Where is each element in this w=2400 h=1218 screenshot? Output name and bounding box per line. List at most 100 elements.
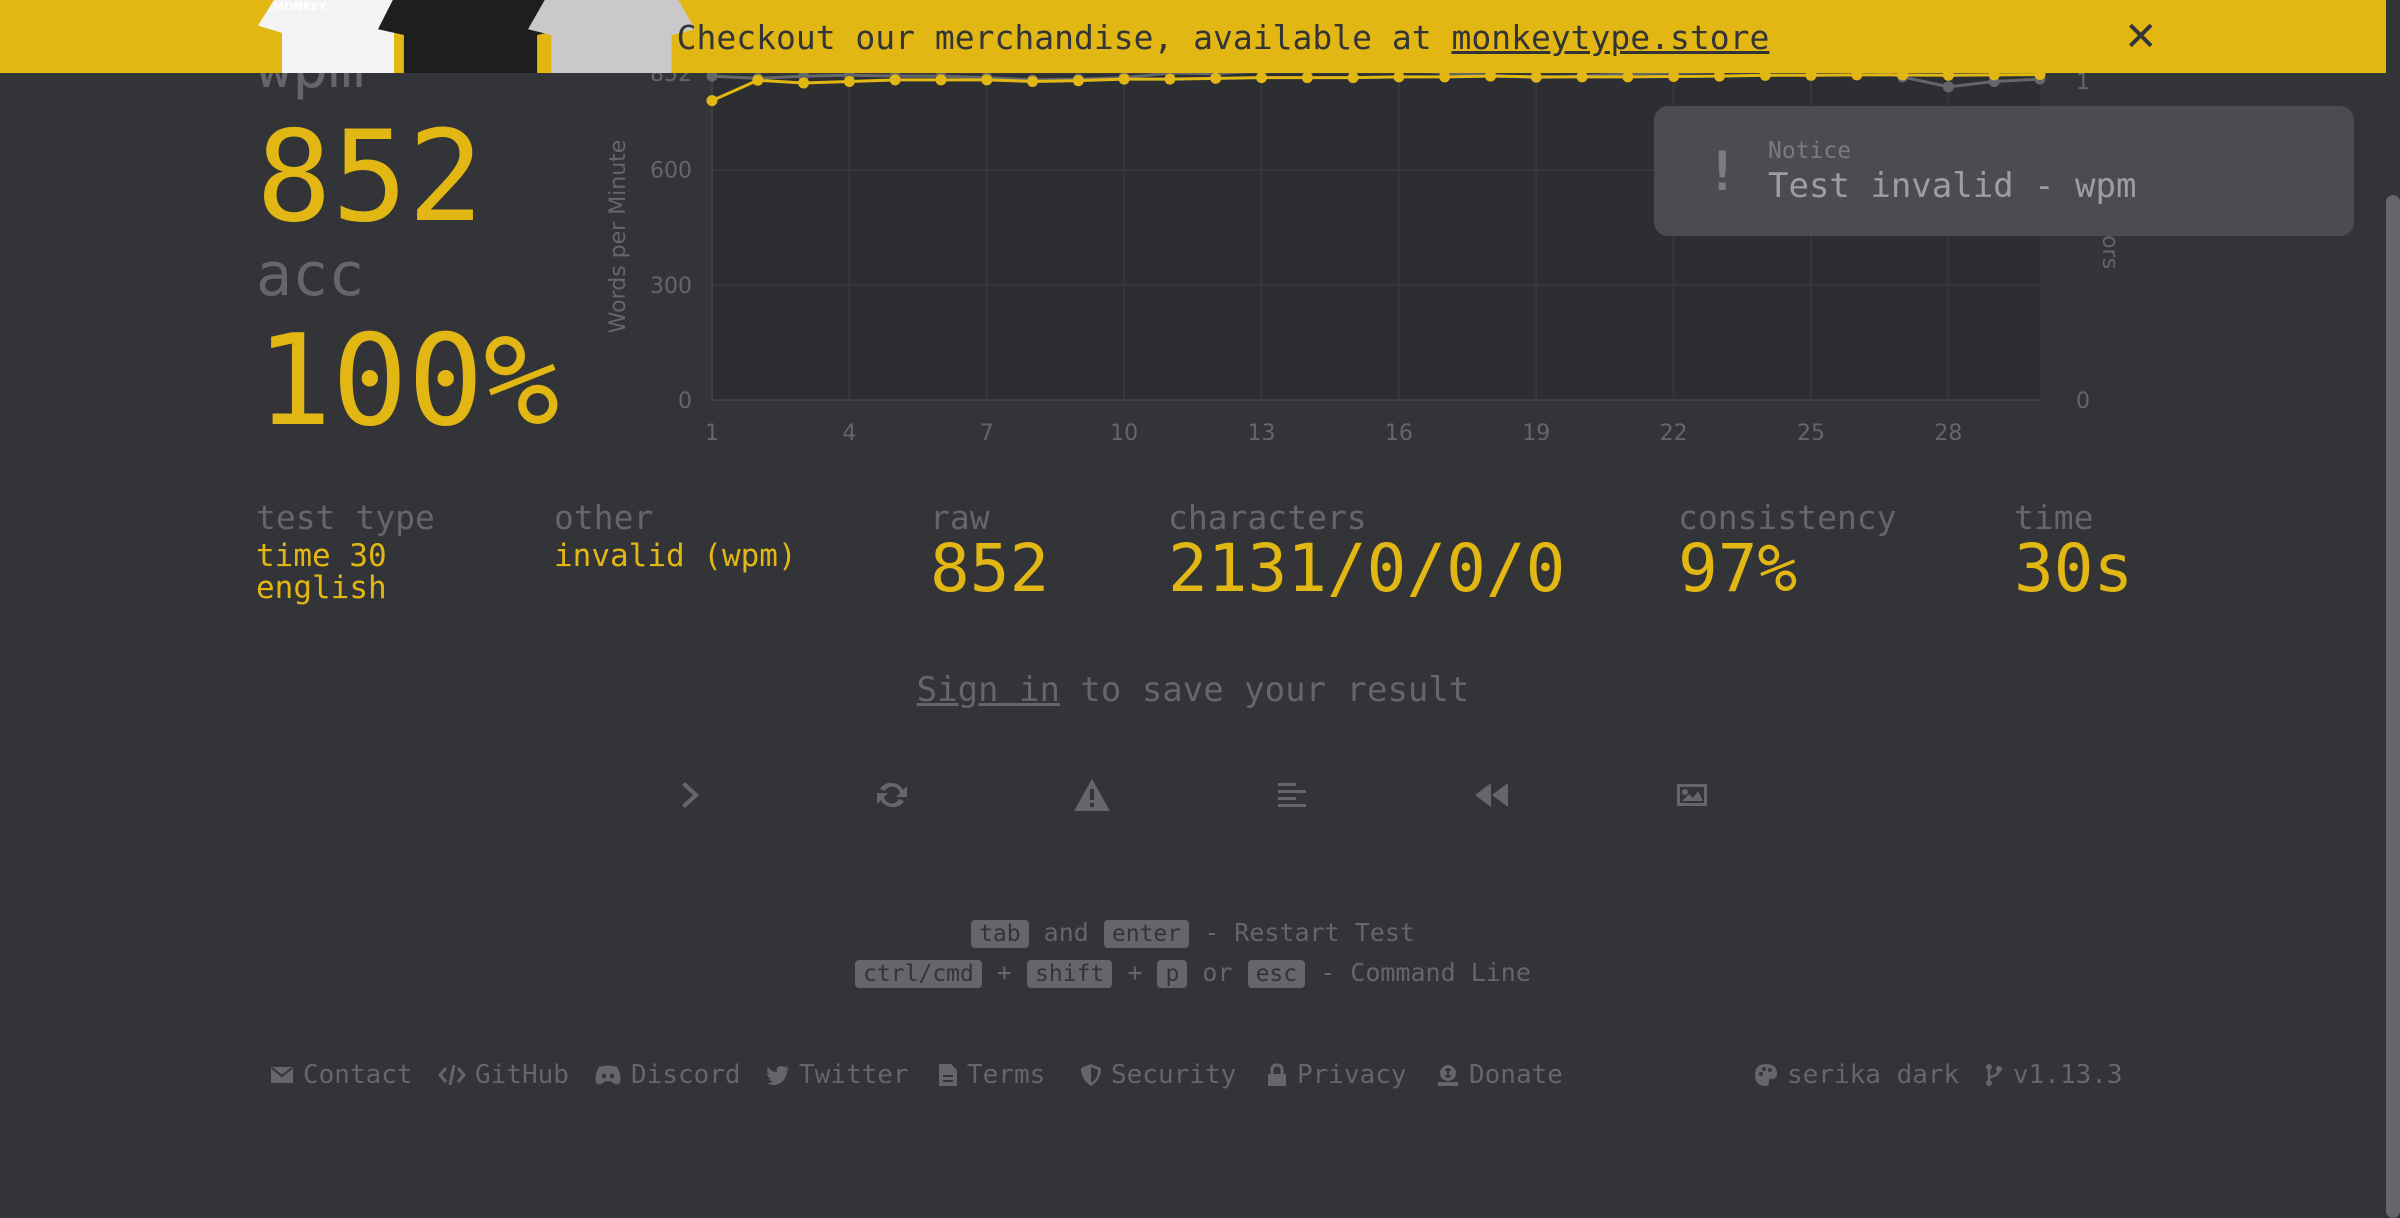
test-type-mode: time 30 [256,538,387,574]
words-history-button[interactable] [1262,770,1322,820]
footer-donate-link[interactable]: Donate [1436,1060,1563,1090]
merch-banner: MONKEY Checkout our merchandise, availab… [0,0,2386,73]
footer-twitter-link[interactable]: Twitter [766,1060,909,1090]
chart-point-wpm [843,75,855,87]
security-label: Security [1111,1060,1237,1090]
code-icon [438,1064,466,1086]
chart-point-wpm [1072,75,1084,87]
store-link[interactable]: monkeytype.store [1451,18,1769,57]
chart-point-wpm [1256,72,1268,84]
chart-point-wpm [935,74,947,86]
enter-key: enter [1103,920,1190,948]
chart-point-wpm [706,95,718,107]
chart-x-tick-label: 25 [1797,421,1825,446]
footer-discord-link[interactable]: Discord [594,1060,741,1090]
github-label: GitHub [475,1060,569,1090]
command-line-hint: ctrl/cmd + shift + p or esc - Command Li… [0,958,2386,988]
code-branch-icon [1986,1064,2002,1086]
signin-prompt: Sign in to save your result [0,670,2386,710]
acc-label: acc [256,240,365,310]
chart-point-wpm [1301,72,1313,84]
chart-x-tick-label: 28 [1934,421,1962,446]
terms-label: Terms [967,1060,1046,1090]
test-type-label: test type [256,498,435,537]
page-scrollbar[interactable] [2386,195,2400,1218]
donate-icon [1438,1065,1458,1086]
chart-y-tick-label: 0 [678,389,692,414]
hint-plus: + [1127,958,1143,987]
chart-x-tick-label: 10 [1110,421,1138,446]
chart-point-wpm [1347,72,1359,84]
version-label: v1.13.3 [2013,1060,2123,1090]
chart-point-wpm [1118,73,1130,85]
chart-point-wpm [798,77,810,89]
next-test-button[interactable] [662,770,722,820]
chart-x-tick-label: 22 [1660,421,1688,446]
other-label: other [554,498,654,537]
twitter-label: Twitter [799,1060,909,1090]
footer-contact-link[interactable]: Contact [270,1060,413,1090]
chart-point-wpm [981,74,993,86]
chart-x-tick-label: 16 [1385,421,1413,446]
footer-terms-link[interactable]: Terms [938,1060,1045,1090]
lock-icon [1268,1063,1286,1086]
raw-value: 852 [930,530,1050,607]
exclamation-icon: ! [1706,140,1739,203]
notice-title: Notice [1768,138,1852,164]
close-banner-button[interactable]: ✕ [2124,14,2158,60]
shield-icon [1081,1064,1101,1086]
chart-point-wpm [1027,75,1039,87]
chart-x-tick-label: 7 [980,421,994,446]
next-test-icon [682,782,699,808]
consistency-value: 97% [1678,530,1798,607]
chart-point-wpm [1164,73,1176,85]
banner-message: Checkout our merchandise, available at m… [0,18,2386,57]
notice-toast[interactable]: ! Notice Test invalid - wpm [1654,106,2354,236]
chart-point-wpm [889,74,901,86]
palette-icon [1755,1064,1777,1086]
chart-y-axis-title: Words per Minute [606,140,631,334]
twitter-icon [766,1066,789,1085]
footer-github-link[interactable]: GitHub [438,1060,569,1090]
privacy-label: Privacy [1297,1060,1407,1090]
restart-hint-text: - Restart Test [1204,918,1415,947]
save-screenshot-button[interactable] [1662,770,1722,820]
esc-key: esc [1247,960,1306,988]
watch-replay-button[interactable] [1462,770,1522,820]
chart-right-tick-label: 0 [2076,389,2090,414]
time-value: 30s [2014,530,2134,607]
report-question-button[interactable] [1062,770,1122,820]
other-value: invalid (wpm) [554,538,797,574]
replay-icon [1475,783,1508,807]
notice-message: Test invalid - wpm [1768,166,2137,206]
test-type-language: english [256,570,387,606]
contact-label: Contact [303,1060,413,1090]
chart-x-tick-label: 4 [842,421,856,446]
restart-test-button[interactable] [862,770,922,820]
footer-theme-button[interactable]: serika dark [1754,1060,1959,1090]
footer-version-button[interactable]: v1.13.3 [1984,1060,2123,1090]
characters-value: 2131/0/0/0 [1168,530,1566,607]
tab-key: tab [971,920,1029,948]
chart-point-wpm [1210,72,1222,84]
wpm-value: 852 [256,103,484,250]
shift-key: shift [1027,960,1113,988]
shirt-logo-text: MONKEY [273,0,327,13]
words-history-icon [1278,783,1306,807]
restart-icon [877,782,907,808]
p-key: p [1157,960,1188,988]
chart-y-tick-label: 300 [650,274,692,299]
signin-link[interactable]: Sign in [917,670,1060,710]
chart-right-tick-label: 1 [2076,70,2090,95]
chart-point-wpm [752,74,764,86]
hint-plus: + [996,958,1012,987]
theme-label: serika dark [1787,1060,1960,1090]
footer-privacy-link[interactable]: Privacy [1266,1060,1407,1090]
chart-y-tick-label: 600 [650,159,692,184]
report-warning-icon [1074,779,1110,811]
restart-hint: tab and enter - Restart Test [0,918,2386,948]
envelope-icon [271,1067,293,1083]
acc-value: 100% [256,307,560,454]
footer-security-link[interactable]: Security [1080,1060,1236,1090]
signin-text: to save your result [1059,670,1470,710]
